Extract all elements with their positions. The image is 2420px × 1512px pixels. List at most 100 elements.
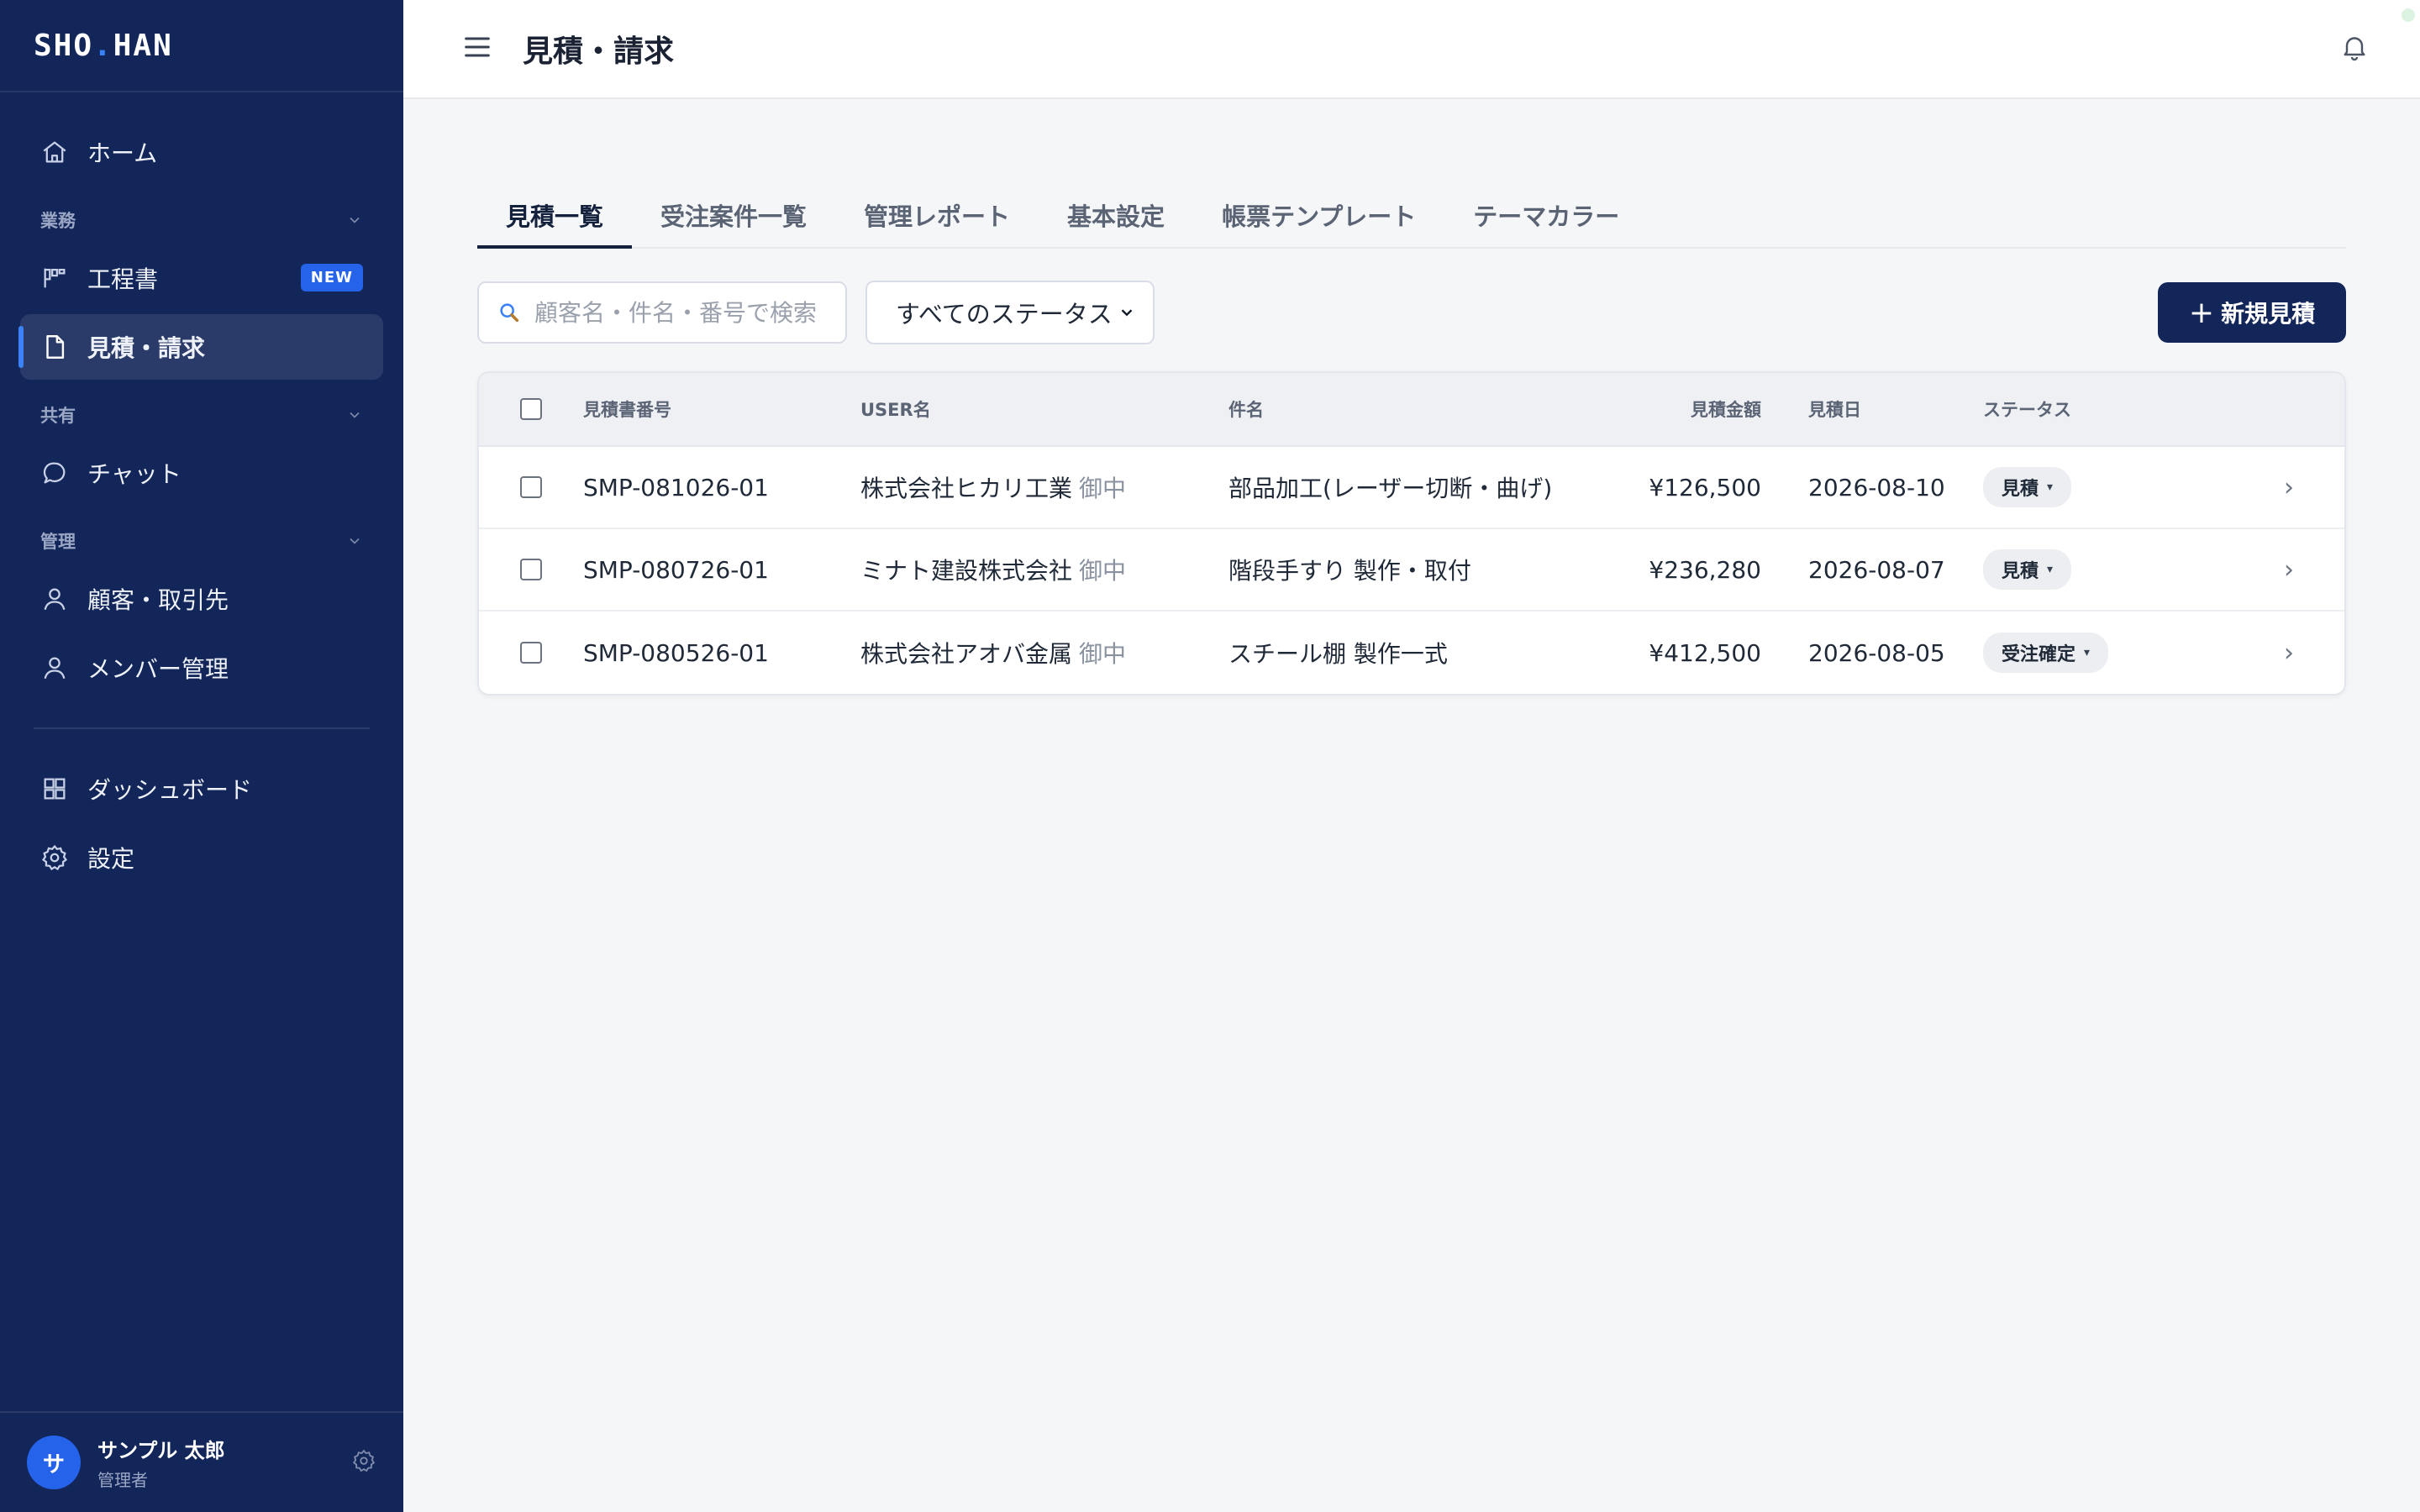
- tab-reports[interactable]: 管理レポート: [835, 183, 1039, 247]
- table-row[interactable]: SMP-080726-01 ミナト建設株式会社 御中 階段手すり 製作・取付 ¥2…: [479, 529, 2344, 612]
- nav-divider: [34, 727, 370, 729]
- gear-icon: [40, 843, 69, 872]
- user-profile[interactable]: サ サンプル 太郎 管理者: [0, 1411, 403, 1512]
- sidebar: SHO.HAN ホーム 業務 工程書 NEW 見積・請求 共有 チャット 管理 …: [0, 0, 403, 1512]
- honorific: 御中: [1079, 557, 1127, 585]
- col-subject[interactable]: 件名: [1228, 396, 1640, 422]
- caret-down-icon: ▾: [2047, 563, 2054, 576]
- nav-section-label: 共有: [40, 406, 76, 426]
- status-cell: 受注確定 ▾: [1983, 633, 2185, 673]
- customer-name: 株式会社ヒカリ工業: [860, 475, 1073, 502]
- subject: 部品加工(レーザー切断・曲げ): [1228, 475, 1553, 502]
- chevron-down-icon: [350, 538, 360, 544]
- sidebar-item-label: 顧客・取引先: [87, 586, 229, 614]
- customer-cell: ミナト建設株式会社 御中: [860, 553, 1228, 586]
- estimate-date: 2026-08-05: [1808, 638, 1945, 667]
- new-estimate-button[interactable]: + 新規見積: [2158, 282, 2346, 343]
- document-icon: [40, 333, 69, 361]
- customer-name: ミナト建設株式会社: [860, 557, 1073, 585]
- tab-basic-settings[interactable]: 基本設定: [1039, 183, 1193, 247]
- brand-name-left: SHO: [34, 28, 94, 63]
- sidebar-item-process[interactable]: 工程書 NEW: [20, 245, 383, 311]
- row-checkbox[interactable]: [520, 559, 542, 580]
- brand-name-right: HAN: [113, 28, 173, 63]
- nav-section-share[interactable]: 共有: [20, 390, 383, 440]
- sidebar-item-members[interactable]: メンバー管理: [20, 635, 383, 701]
- sidebar-item-home[interactable]: ホーム: [20, 119, 383, 185]
- row-select-cell: [479, 476, 583, 498]
- home-icon: [40, 138, 69, 166]
- search-input[interactable]: [534, 298, 820, 327]
- nav-section-label: 業務: [40, 211, 76, 231]
- status-badge[interactable]: 見積 ▾: [1983, 467, 2072, 507]
- caret-down-icon: ▾: [2047, 480, 2054, 494]
- bell-icon[interactable]: [2339, 32, 2370, 66]
- estimate-number: SMP-080726-01: [583, 555, 769, 584]
- new-estimate-label: 新規見積: [2221, 300, 2316, 328]
- status-badge[interactable]: 受注確定 ▾: [1983, 633, 2109, 673]
- amount: ¥412,500: [1649, 638, 1761, 667]
- sidebar-item-label: 見積・請求: [87, 334, 206, 362]
- tab-theme-color[interactable]: テーマカラー: [1444, 183, 1648, 247]
- chevron-down-icon: [1121, 309, 1133, 317]
- col-amount[interactable]: 見積金額: [1640, 396, 1761, 422]
- chat-bubble-icon: [40, 459, 69, 487]
- sidebar-item-customers[interactable]: 顧客・取引先: [20, 566, 383, 632]
- sidebar-item-estimate[interactable]: 見積・請求: [18, 314, 383, 380]
- person-icon: [40, 585, 69, 613]
- table-row[interactable]: SMP-081026-01 株式会社ヒカリ工業 御中 部品加工(レーザー切断・曲げ…: [479, 447, 2344, 529]
- select-all-cell: [479, 398, 583, 420]
- sidebar-item-label: 工程書: [87, 265, 159, 293]
- status-indicator: [2402, 8, 2415, 22]
- person-icon: [40, 654, 69, 682]
- brand: SHO.HAN: [0, 0, 403, 92]
- user-role: 管理者: [97, 1470, 148, 1490]
- estimate-number: SMP-080526-01: [583, 638, 769, 667]
- chevron-right-icon[interactable]: ›: [2185, 638, 2344, 668]
- kanban-icon: [40, 264, 69, 292]
- table-row[interactable]: SMP-080526-01 株式会社アオバ金属 御中 スチール棚 製作一式 ¥41…: [479, 612, 2344, 694]
- status-label: 見積: [2002, 561, 2039, 582]
- main-content: 見積一覧 受注案件一覧 管理レポート 基本設定 帳票テンプレート テーマカラー …: [477, 99, 2346, 696]
- row-checkbox[interactable]: [520, 476, 542, 498]
- estimate-table: 見積書番号 USER名 件名 見積金額 見積日 ステータス SMP-081026…: [477, 371, 2346, 696]
- row-select-cell: [479, 559, 583, 580]
- col-date[interactable]: 見積日: [1761, 396, 1983, 422]
- estimate-date: 2026-08-10: [1808, 473, 1945, 501]
- subject: スチール棚 製作一式: [1228, 640, 1448, 668]
- chevron-down-icon: [350, 217, 360, 223]
- nav-section-work[interactable]: 業務: [20, 195, 383, 245]
- sidebar-item-label: ホーム: [87, 139, 158, 167]
- nav-section-admin[interactable]: 管理: [20, 516, 383, 566]
- search-icon: [500, 303, 519, 323]
- sidebar-item-chat[interactable]: チャット: [20, 440, 383, 506]
- subject: 階段手すり 製作・取付: [1228, 557, 1471, 585]
- table-header: 見積書番号 USER名 件名 見積金額 見積日 ステータス: [479, 373, 2344, 447]
- tab-orders[interactable]: 受注案件一覧: [632, 183, 835, 247]
- status-filter-select[interactable]: すべてのステータス: [865, 281, 1155, 344]
- hamburger-icon[interactable]: [460, 30, 494, 67]
- user-name: サンプル 太郎: [97, 1439, 225, 1462]
- tab-templates[interactable]: 帳票テンプレート: [1193, 183, 1444, 247]
- sidebar-item-dashboard[interactable]: ダッシュボード: [20, 756, 383, 822]
- sidebar-item-settings[interactable]: 設定: [20, 825, 383, 890]
- estimate-date: 2026-08-07: [1808, 555, 1945, 584]
- top-header: 見積・請求: [403, 0, 2420, 99]
- avatar: サ: [27, 1436, 81, 1489]
- chevron-right-icon[interactable]: ›: [2185, 555, 2344, 585]
- tab-estimate-list[interactable]: 見積一覧: [477, 183, 633, 249]
- gear-icon[interactable]: [351, 1448, 376, 1477]
- col-user[interactable]: USER名: [860, 396, 1228, 422]
- sidebar-nav: ホーム 業務 工程書 NEW 見積・請求 共有 チャット 管理 顧客・取引先 メ…: [0, 92, 403, 890]
- search-box: [477, 281, 847, 344]
- customer-cell: 株式会社ヒカリ工業 御中: [860, 470, 1228, 504]
- customer-cell: 株式会社アオバ金属 御中: [860, 636, 1228, 669]
- col-status[interactable]: ステータス: [1983, 396, 2185, 422]
- col-number[interactable]: 見積書番号: [583, 396, 860, 422]
- brand-logo[interactable]: SHO.HAN: [34, 29, 173, 63]
- sidebar-item-label: 設定: [87, 845, 135, 873]
- status-badge[interactable]: 見積 ▾: [1983, 549, 2072, 590]
- select-all-checkbox[interactable]: [520, 398, 542, 420]
- chevron-right-icon[interactable]: ›: [2185, 473, 2344, 502]
- row-checkbox[interactable]: [520, 642, 542, 664]
